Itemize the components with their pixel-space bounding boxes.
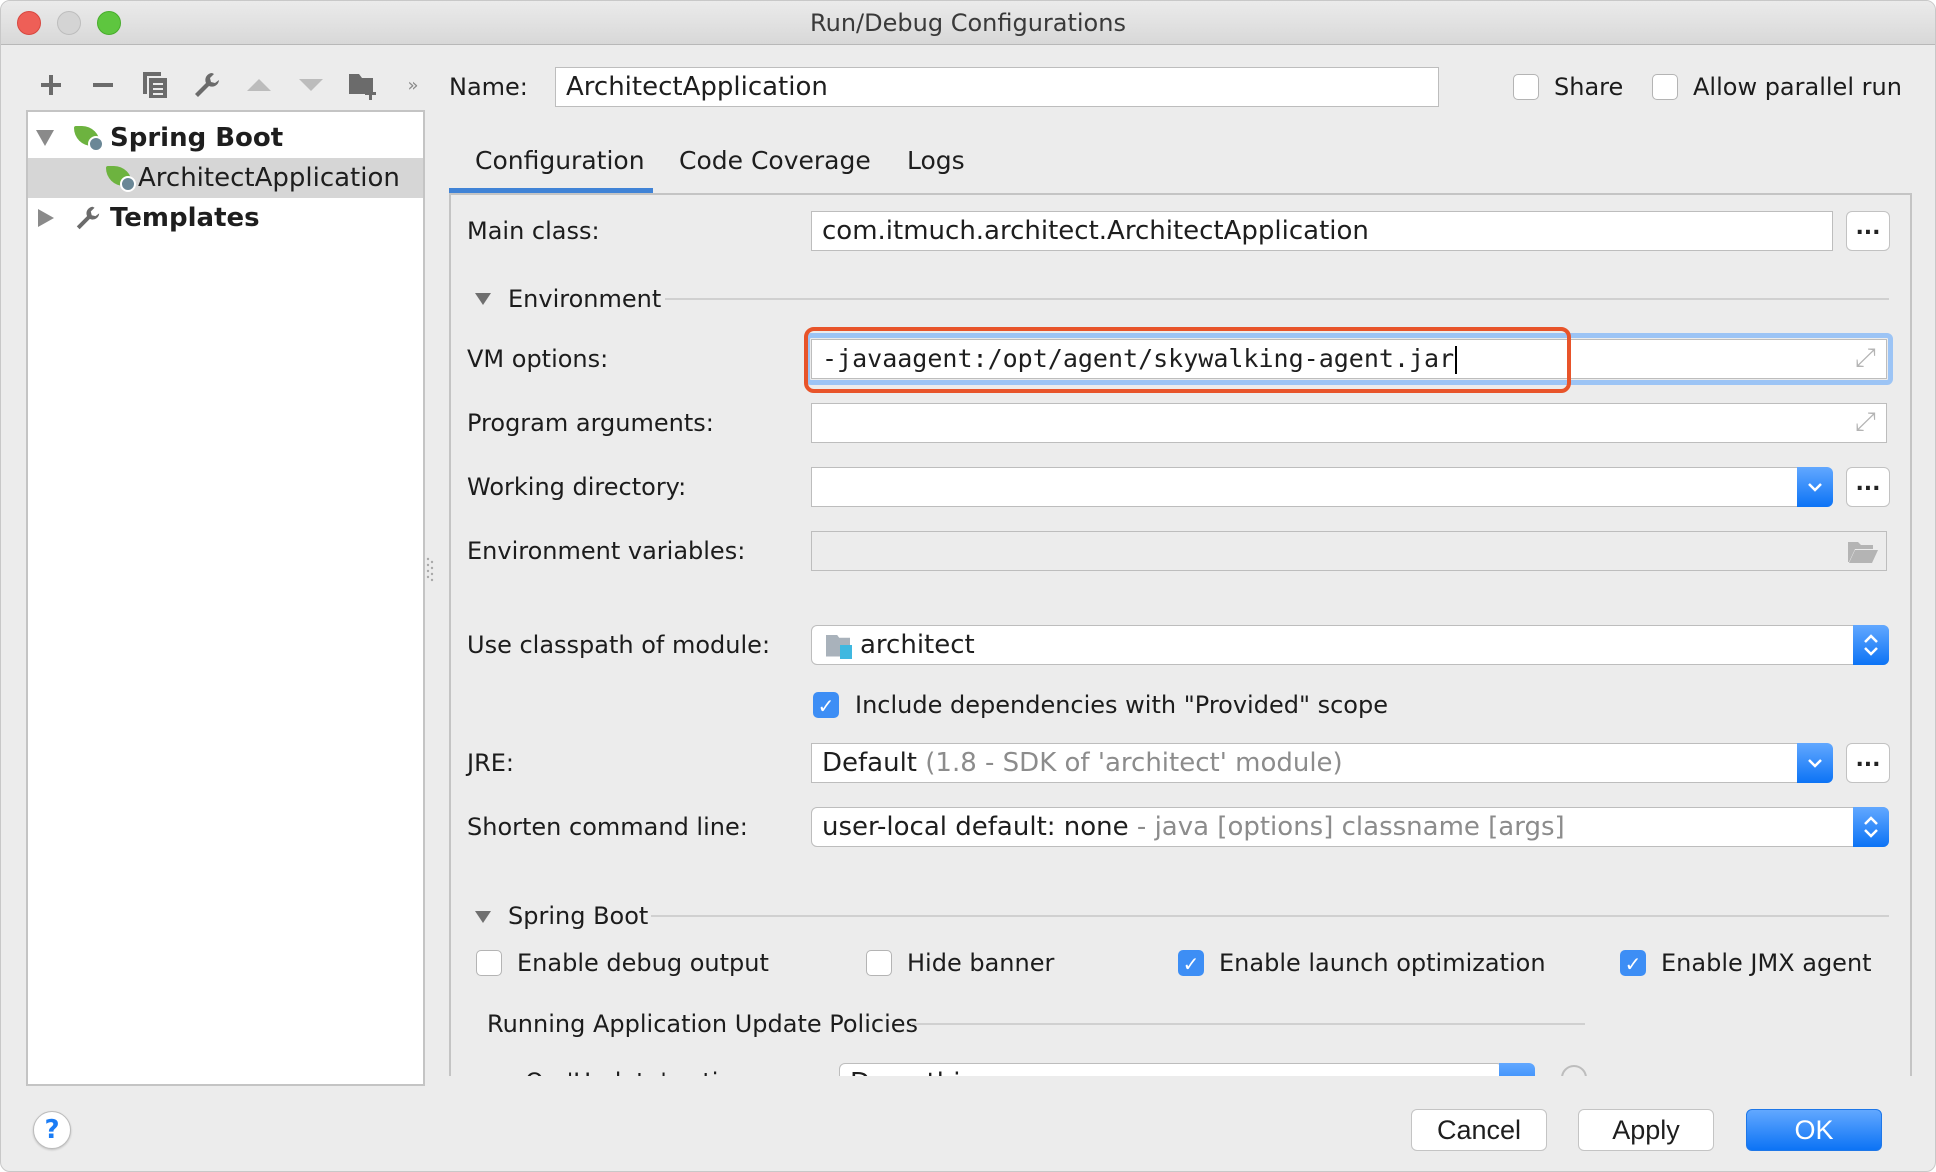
jre-value: Default: [822, 748, 917, 778]
share-checkbox[interactable]: [1513, 74, 1539, 100]
jre-hint: (1.8 - SDK of 'architect' module): [925, 748, 1343, 778]
update-action-value: Do nothing: [850, 1068, 993, 1076]
main-class-label: Main class:: [467, 217, 600, 245]
jre-browse-button[interactable]: ...: [1846, 743, 1890, 783]
title-bar: Run/Debug Configurations: [1, 1, 1935, 45]
tab-code-coverage[interactable]: Code Coverage: [679, 146, 871, 176]
highlight-box: [804, 327, 1571, 393]
main-class-field[interactable]: com.itmuch.architect.ArchitectApplicatio…: [811, 211, 1833, 251]
working-directory-dropdown[interactable]: [1797, 467, 1833, 507]
apply-button[interactable]: Apply: [1578, 1109, 1714, 1151]
shorten-command-line-label: Shorten command line:: [467, 813, 748, 841]
up-down-chevron-icon: [1864, 634, 1878, 656]
shorten-command-line-stepper[interactable]: [1853, 807, 1889, 847]
jre-label: JRE:: [467, 749, 515, 777]
spring-boot-icon: [74, 124, 104, 152]
copy-icon[interactable]: [139, 69, 171, 101]
tree-item-templates[interactable]: Templates: [28, 198, 423, 238]
help-button[interactable]: ?: [33, 1111, 71, 1149]
vm-options-label: VM options:: [467, 345, 609, 373]
wrench-icon: [74, 204, 104, 232]
enable-jmx-agent-label: Enable JMX agent: [1661, 949, 1872, 977]
expand-icon[interactable]: ⤢: [1855, 407, 1876, 438]
shorten-command-line-value: user-local default: none: [822, 812, 1129, 842]
working-directory-label: Working directory:: [467, 473, 687, 501]
enable-jmx-agent-checkbox[interactable]: ✓: [1620, 950, 1646, 976]
tree-item-spring-boot[interactable]: Spring Boot: [28, 118, 423, 158]
enable-launch-optimization-checkbox[interactable]: ✓: [1178, 950, 1204, 976]
up-down-chevron-icon: [1864, 816, 1878, 838]
configuration-tree: Spring Boot ArchitectApplication Templat…: [26, 110, 425, 1086]
environment-variables-label: Environment variables:: [467, 537, 746, 565]
remove-icon[interactable]: [87, 69, 119, 101]
working-directory-browse-button[interactable]: ...: [1846, 467, 1890, 507]
jre-field[interactable]: Default (1.8 - SDK of 'architect' module…: [811, 743, 1813, 783]
spring-boot-collapse-icon[interactable]: [475, 911, 491, 923]
main-class-browse-button[interactable]: ...: [1846, 211, 1890, 251]
environment-variables-field[interactable]: [811, 531, 1887, 571]
include-provided-dependencies-checkbox[interactable]: ✓: [813, 692, 839, 718]
jre-dropdown[interactable]: [1797, 743, 1833, 783]
name-value: ArchitectApplication: [566, 72, 828, 102]
spring-boot-header: Spring Boot: [508, 902, 649, 930]
collapse-arrow-icon[interactable]: [38, 209, 54, 227]
chevron-down-icon: [1808, 483, 1822, 492]
module-folder-icon: [826, 633, 854, 659]
classpath-module-value: architect: [860, 630, 975, 660]
tree-item-label: Templates: [110, 203, 260, 233]
info-icon[interactable]: [1561, 1065, 1587, 1076]
cancel-button[interactable]: Cancel: [1411, 1109, 1547, 1151]
tab-logs[interactable]: Logs: [907, 146, 965, 176]
enable-launch-optimization-label: Enable launch optimization: [1219, 949, 1546, 977]
classpath-module-stepper[interactable]: [1853, 625, 1889, 665]
tree-item-label: Spring Boot: [110, 123, 284, 153]
chevron-down-icon: [1808, 759, 1822, 768]
update-action-label: On 'Update' action:: [525, 1067, 756, 1076]
working-directory-field[interactable]: [811, 467, 1813, 507]
move-up-icon[interactable]: [243, 69, 275, 101]
new-folder-icon[interactable]: [347, 69, 379, 101]
folder-open-icon[interactable]: [1847, 540, 1879, 568]
tree-item-label: ArchitectApplication: [138, 163, 400, 193]
move-down-icon[interactable]: [295, 69, 327, 101]
spring-boot-divider: [651, 915, 1889, 917]
window-title: Run/Debug Configurations: [810, 9, 1126, 37]
shorten-command-line-select[interactable]: user-local default: none - java [options…: [811, 807, 1889, 847]
program-arguments-label: Program arguments:: [467, 409, 714, 437]
shorten-command-line-hint: - java [options] classname [args]: [1136, 812, 1565, 842]
update-policies-header: Running Application Update Policies: [487, 1010, 919, 1038]
environment-header: Environment: [508, 285, 662, 313]
share-label: Share: [1554, 73, 1624, 101]
environment-divider: [665, 298, 1889, 300]
update-action-stepper[interactable]: [1499, 1063, 1535, 1076]
tab-configuration[interactable]: Configuration: [475, 146, 645, 176]
name-field[interactable]: ArchitectApplication: [555, 67, 1439, 107]
run-debug-configurations-dialog: Run/Debug Configurations » Spring Boot A…: [0, 0, 1936, 1172]
tree-item-architect-application[interactable]: ArchitectApplication: [28, 158, 423, 198]
expand-icon[interactable]: ⤢: [1855, 343, 1876, 374]
splitter-handle[interactable]: [426, 556, 434, 586]
clipped-update-action-row: On 'Update' action: Do nothing: [451, 1061, 1911, 1076]
add-icon[interactable]: [35, 69, 67, 101]
hide-banner-checkbox[interactable]: [866, 950, 892, 976]
allow-parallel-run-label: Allow parallel run: [1693, 73, 1902, 101]
expand-arrow-icon[interactable]: [36, 130, 54, 146]
wrench-icon[interactable]: [191, 69, 223, 101]
hide-banner-label: Hide banner: [907, 949, 1055, 977]
environment-collapse-icon[interactable]: [475, 293, 491, 305]
ok-button[interactable]: OK: [1746, 1109, 1882, 1151]
spring-boot-icon: [106, 164, 136, 192]
update-policies-divider: [911, 1023, 1585, 1025]
classpath-module-label: Use classpath of module:: [467, 631, 771, 659]
program-arguments-field[interactable]: [811, 403, 1887, 443]
enable-debug-output-checkbox[interactable]: [476, 950, 502, 976]
main-class-value: com.itmuch.architect.ArchitectApplicatio…: [822, 216, 1369, 246]
enable-debug-output-label: Enable debug output: [517, 949, 769, 977]
classpath-module-select[interactable]: architect: [811, 625, 1889, 665]
include-provided-dependencies-label: Include dependencies with "Provided" sco…: [855, 691, 1388, 719]
update-action-select[interactable]: Do nothing: [839, 1063, 1503, 1076]
allow-parallel-run-checkbox[interactable]: [1652, 74, 1678, 100]
name-label: Name:: [449, 73, 528, 101]
more-icon[interactable]: »: [397, 69, 429, 101]
